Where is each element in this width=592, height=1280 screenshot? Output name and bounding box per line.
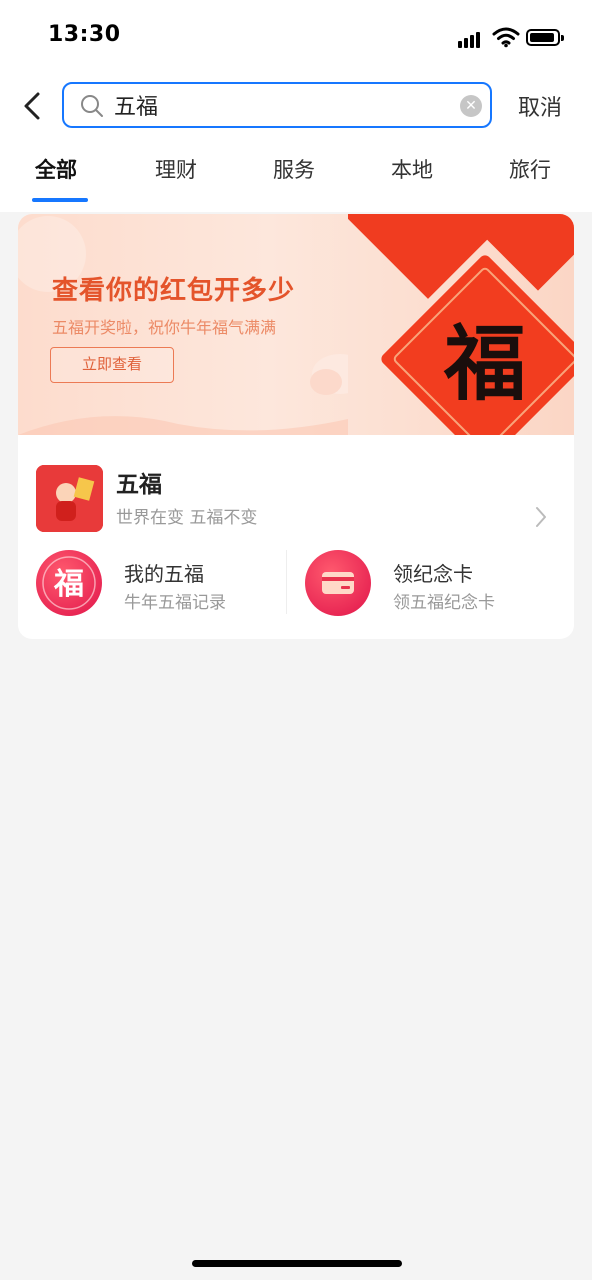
home-indicator (192, 1260, 402, 1267)
app-subtitle: 世界在变 五福不变 (116, 508, 258, 528)
view-now-button[interactable]: 立即查看 (50, 347, 174, 383)
item-divider (286, 550, 287, 614)
commemorative-card-title: 领纪念卡 (393, 562, 473, 586)
battery-icon (526, 29, 564, 46)
clear-icon[interactable]: ✕ (460, 95, 482, 117)
tab-services[interactable]: 服务 (273, 154, 315, 184)
tab-finance[interactable]: 理财 (155, 154, 197, 184)
search-input[interactable] (114, 90, 454, 120)
fu-icon: 福 (36, 550, 102, 616)
promo-banner[interactable]: 查看你的红包开多少 五福开奖啦，祝你牛年福气满满 立即查看 福 (18, 214, 574, 435)
tab-travel[interactable]: 旅行 (509, 154, 551, 184)
category-tabs: 全部 理财 服务 本地 旅行 (0, 154, 592, 202)
banner-fu-char: 福 (443, 316, 526, 412)
wifi-icon (492, 27, 520, 48)
search-header: ✕ 取消 全部 理财 服务 本地 旅行 (0, 72, 592, 212)
tab-all[interactable]: 全部 (35, 154, 77, 184)
signal-icon (458, 28, 486, 48)
chevron-right-icon (536, 507, 546, 527)
app-name: 五福 (116, 472, 162, 498)
commemorative-card-desc: 领五福纪念卡 (393, 593, 495, 613)
fu-couplet-art: 福 (348, 214, 574, 435)
status-time: 13:30 (48, 22, 121, 47)
active-tab-indicator (32, 198, 88, 202)
search-icon (81, 95, 103, 117)
my-wufu-desc: 牛年五福记录 (124, 593, 226, 613)
wufu-app-icon (36, 465, 103, 532)
wufu-result-card: 查看你的红包开多少 五福开奖啦，祝你牛年福气满满 立即查看 福 五福 世界在变 … (18, 214, 574, 639)
status-bar: 13:30 (0, 0, 592, 72)
card-icon (305, 550, 371, 616)
banner-subtitle: 五福开奖啦，祝你牛年福气满满 (52, 318, 277, 337)
back-arrow-icon[interactable] (16, 86, 48, 126)
commemorative-card-item[interactable]: 领纪念卡 领五福纪念卡 (305, 544, 545, 624)
app-entry-row[interactable]: 五福 世界在变 五福不变 (18, 435, 574, 535)
my-wufu-title: 我的五福 (124, 562, 204, 586)
cancel-button[interactable]: 取消 (518, 90, 562, 122)
tab-local[interactable]: 本地 (391, 154, 433, 184)
banner-title: 查看你的红包开多少 (52, 276, 296, 306)
my-wufu-item[interactable]: 福 我的五福 牛年五福记录 (36, 544, 276, 624)
fu-icon-char: 福 (53, 567, 84, 602)
search-box[interactable]: ✕ (62, 82, 492, 128)
